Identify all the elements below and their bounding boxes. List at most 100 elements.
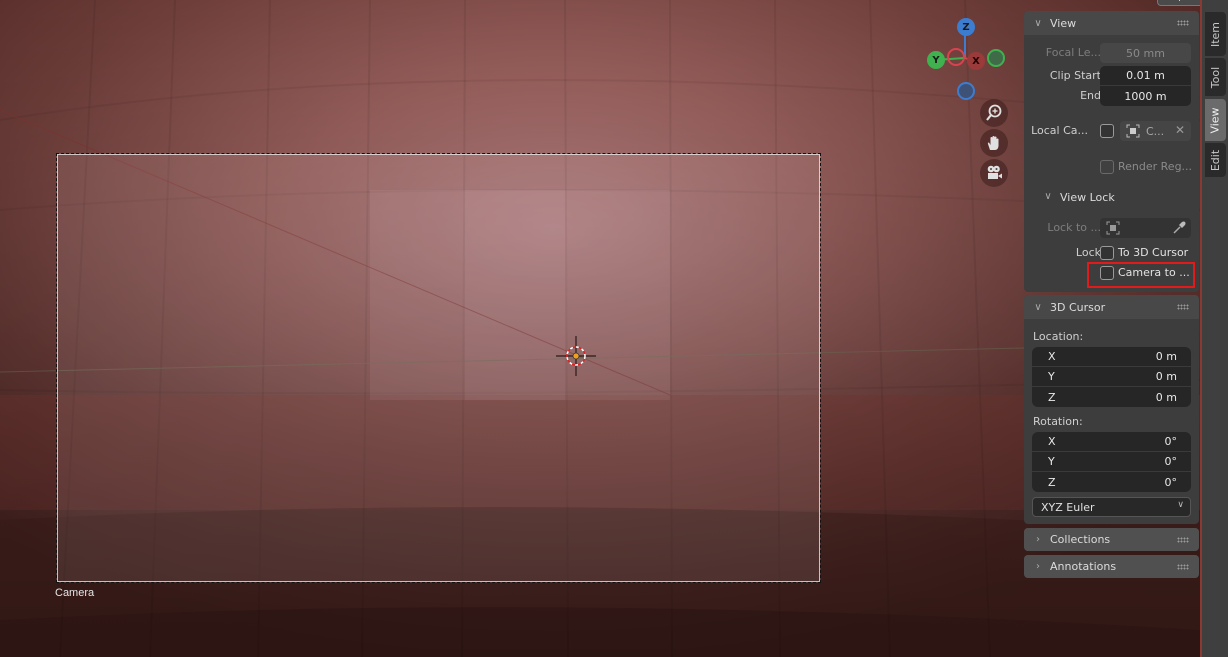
chevron-down-icon: ∨ [1177, 500, 1184, 510]
collections-panel: › Collections [1024, 528, 1199, 551]
local-camera-checkbox[interactable] [1100, 124, 1114, 138]
gizmo-neg-y-axis[interactable] [987, 49, 1005, 67]
view-lock-title: View Lock [1060, 191, 1115, 204]
clear-icon[interactable]: ✕ [1175, 123, 1185, 137]
location-x-field[interactable]: X 0 m [1032, 347, 1191, 367]
clip-end-field[interactable]: 1000 m [1100, 86, 1191, 106]
collections-panel-header[interactable]: › Collections [1024, 528, 1199, 551]
lock-label: Lock [1075, 246, 1101, 259]
chevron-right-icon: › [1036, 561, 1040, 572]
local-camera-value: C... [1146, 124, 1165, 138]
gizmo-y-label: Y [932, 54, 940, 66]
chevron-down-icon: ∨ [1044, 191, 1052, 202]
tab-edit-label: Edit [1209, 149, 1222, 171]
3d-cursor-panel: ∨ 3D Cursor Location: X 0 m Y 0 m Z 0 m … [1024, 295, 1199, 524]
lock-to-object-field[interactable] [1100, 218, 1191, 238]
tab-tool-label: Tool [1209, 66, 1222, 88]
local-camera-label: Local Ca... [1031, 124, 1088, 137]
tab-edit[interactable]: Edit [1205, 143, 1226, 177]
gizmo-y-axis[interactable]: Y [927, 51, 945, 69]
render-region-checkbox[interactable] [1100, 160, 1114, 174]
collections-panel-title: Collections [1050, 533, 1111, 546]
highlight-box [1087, 262, 1195, 288]
view-panel: ∨ View Focal Le... 50 mm Clip Start 0.01… [1024, 11, 1199, 292]
annotations-panel-header[interactable]: › Annotations [1024, 555, 1199, 578]
location-vector: X 0 m Y 0 m Z 0 m [1032, 347, 1191, 407]
render-region-row: Render Reg... [1024, 157, 1199, 177]
drag-grip-icon[interactable] [1177, 564, 1189, 570]
rotation-z-field[interactable]: Z 0° [1032, 472, 1191, 492]
clip-end-label: End [1080, 89, 1101, 102]
gizmo-x-label: X [972, 55, 980, 67]
clip-start-field[interactable]: 0.01 m [1100, 66, 1191, 86]
location-y-field[interactable]: Y 0 m [1032, 367, 1191, 387]
local-camera-field[interactable]: C... ✕ [1120, 121, 1191, 141]
3d-cursor-panel-title: 3D Cursor [1050, 300, 1106, 314]
local-camera-row: Local Ca... C... ✕ [1024, 121, 1199, 141]
gizmo-neg-x-axis[interactable] [947, 48, 965, 66]
focal-length-label: Focal Le... [1045, 46, 1101, 59]
rotation-mode-dropdown[interactable]: XYZ Euler ∨ [1032, 497, 1191, 517]
tab-view-label: View [1209, 106, 1223, 134]
camera-label: Camera [55, 587, 95, 599]
chevron-down-icon: ∨ [1034, 301, 1042, 313]
tab-tool[interactable]: Tool [1205, 58, 1226, 96]
eyedropper-icon[interactable] [1172, 221, 1186, 235]
axis-label: Z [1048, 390, 1056, 404]
focal-length-row: Focal Le... 50 mm [1024, 43, 1199, 63]
3d-cursor-icon[interactable] [556, 336, 596, 376]
rotation-x-field[interactable]: X 0° [1032, 432, 1191, 452]
to-3d-cursor-label: To 3D Cursor [1118, 246, 1189, 259]
focal-length-field[interactable]: 50 mm [1100, 43, 1191, 63]
lock-to-label: Lock to ... [1047, 221, 1101, 234]
rotation-vector: X 0° Y 0° Z 0° [1032, 432, 1191, 492]
gizmo-neg-z-axis[interactable] [957, 82, 975, 100]
annotations-panel: › Annotations [1024, 555, 1199, 578]
rotation-label: Rotation: [1033, 415, 1083, 428]
to-3d-cursor-checkbox[interactable] [1100, 246, 1114, 260]
axis-value: 0° [1164, 475, 1178, 489]
clip-end-row: End 1000 m [1024, 86, 1199, 106]
zoom-in-icon [986, 104, 1002, 121]
drag-grip-icon[interactable] [1177, 20, 1189, 26]
camera-view-button[interactable] [980, 159, 1008, 187]
zoom-button[interactable] [980, 99, 1008, 127]
drag-grip-icon[interactable] [1177, 304, 1189, 310]
chevron-down-icon: ∨ [1034, 17, 1042, 29]
sidebar: ∨ View Focal Le... 50 mm Clip Start 0.01… [1024, 0, 1200, 657]
axis-label: X [1048, 435, 1056, 448]
tab-view[interactable]: View [1205, 99, 1226, 141]
location-label: Location: [1033, 330, 1084, 343]
sidebar-tab-strip: Item Tool View Edit [1200, 0, 1228, 657]
axis-value: 0 m [1155, 390, 1177, 404]
axis-value: 0° [1164, 435, 1178, 448]
lock-to-object-row: Lock to ... [1024, 218, 1199, 238]
gizmo-z-label: Z [962, 21, 970, 33]
tab-item-label: Item [1209, 21, 1223, 47]
gizmo-z-axis[interactable]: Z [957, 18, 975, 36]
pan-button[interactable] [980, 129, 1008, 157]
gizmo-x-axis[interactable]: X [967, 52, 985, 70]
clip-start-label: Clip Start [1049, 69, 1101, 82]
rotation-mode-value: XYZ Euler [1041, 500, 1095, 514]
view-lock-header[interactable]: ∨ View Lock [1024, 188, 1199, 208]
tab-item[interactable]: Item [1205, 12, 1226, 56]
clip-start-row: Clip Start 0.01 m [1024, 66, 1199, 86]
camera-frame[interactable] [56, 153, 821, 583]
hand-icon [987, 136, 999, 150]
axis-value: 0 m [1155, 350, 1177, 363]
render-region-label: Render Reg... [1118, 160, 1193, 173]
navigation-gizmo[interactable]: Z Y X [920, 14, 1010, 104]
axis-label: Y [1048, 370, 1055, 383]
view-panel-header[interactable]: ∨ View [1024, 11, 1199, 35]
axis-value: 0° [1164, 455, 1178, 468]
lock-to-cursor-row: Lock To 3D Cursor [1024, 243, 1199, 263]
location-z-field[interactable]: Z 0 m [1032, 387, 1191, 407]
object-icon [1126, 124, 1140, 138]
3d-cursor-panel-header[interactable]: ∨ 3D Cursor [1024, 295, 1199, 319]
axis-label: Z [1048, 475, 1056, 489]
rotation-y-field[interactable]: Y 0° [1032, 452, 1191, 472]
drag-grip-icon[interactable] [1177, 537, 1189, 543]
axis-label: Y [1048, 455, 1055, 468]
chevron-right-icon: › [1036, 534, 1040, 545]
